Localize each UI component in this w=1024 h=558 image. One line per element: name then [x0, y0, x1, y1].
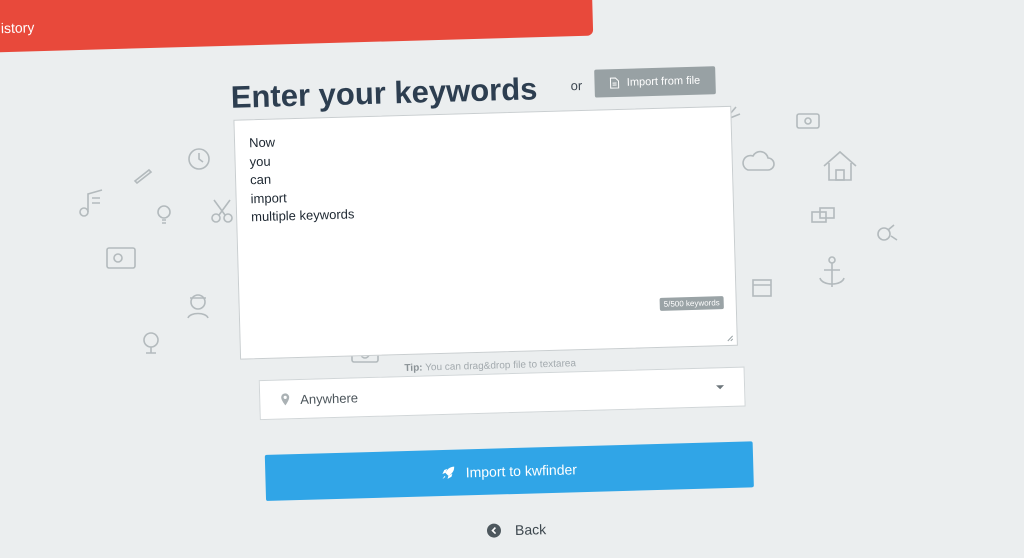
import-to-kwfinder-label: Import to kwfinder — [465, 461, 578, 481]
history-link[interactable]: History — [0, 19, 35, 36]
location-select[interactable]: Anywhere — [258, 366, 746, 421]
app-screen: History Enter your keywords or Import fr… — [0, 0, 1024, 558]
import-to-kwfinder-button[interactable]: Import to kwfinder — [264, 441, 754, 501]
keyword-count-badge: 5/500 keywords — [659, 296, 724, 311]
import-from-file-button[interactable]: Import from file — [594, 66, 716, 98]
chevron-down-icon — [716, 385, 725, 390]
top-bar: History — [0, 0, 594, 54]
file-icon — [610, 77, 620, 89]
main-panel: History Enter your keywords or Import fr… — [0, 0, 1024, 558]
or-separator: or — [570, 77, 583, 94]
rocket-icon — [442, 466, 455, 480]
map-pin-icon — [281, 393, 290, 406]
back-link[interactable]: Back — [486, 521, 547, 539]
keywords-textarea[interactable]: Now you can import multiple keywords 5/5… — [233, 105, 738, 360]
tip-label: Tip: — [404, 362, 423, 375]
page-title: Enter your keywords — [230, 71, 538, 115]
import-from-file-label: Import from file — [626, 74, 701, 89]
resize-handle-icon[interactable] — [727, 335, 734, 342]
arrow-left-icon — [486, 523, 502, 538]
back-label: Back — [514, 521, 547, 539]
location-value: Anywhere — [300, 389, 359, 407]
